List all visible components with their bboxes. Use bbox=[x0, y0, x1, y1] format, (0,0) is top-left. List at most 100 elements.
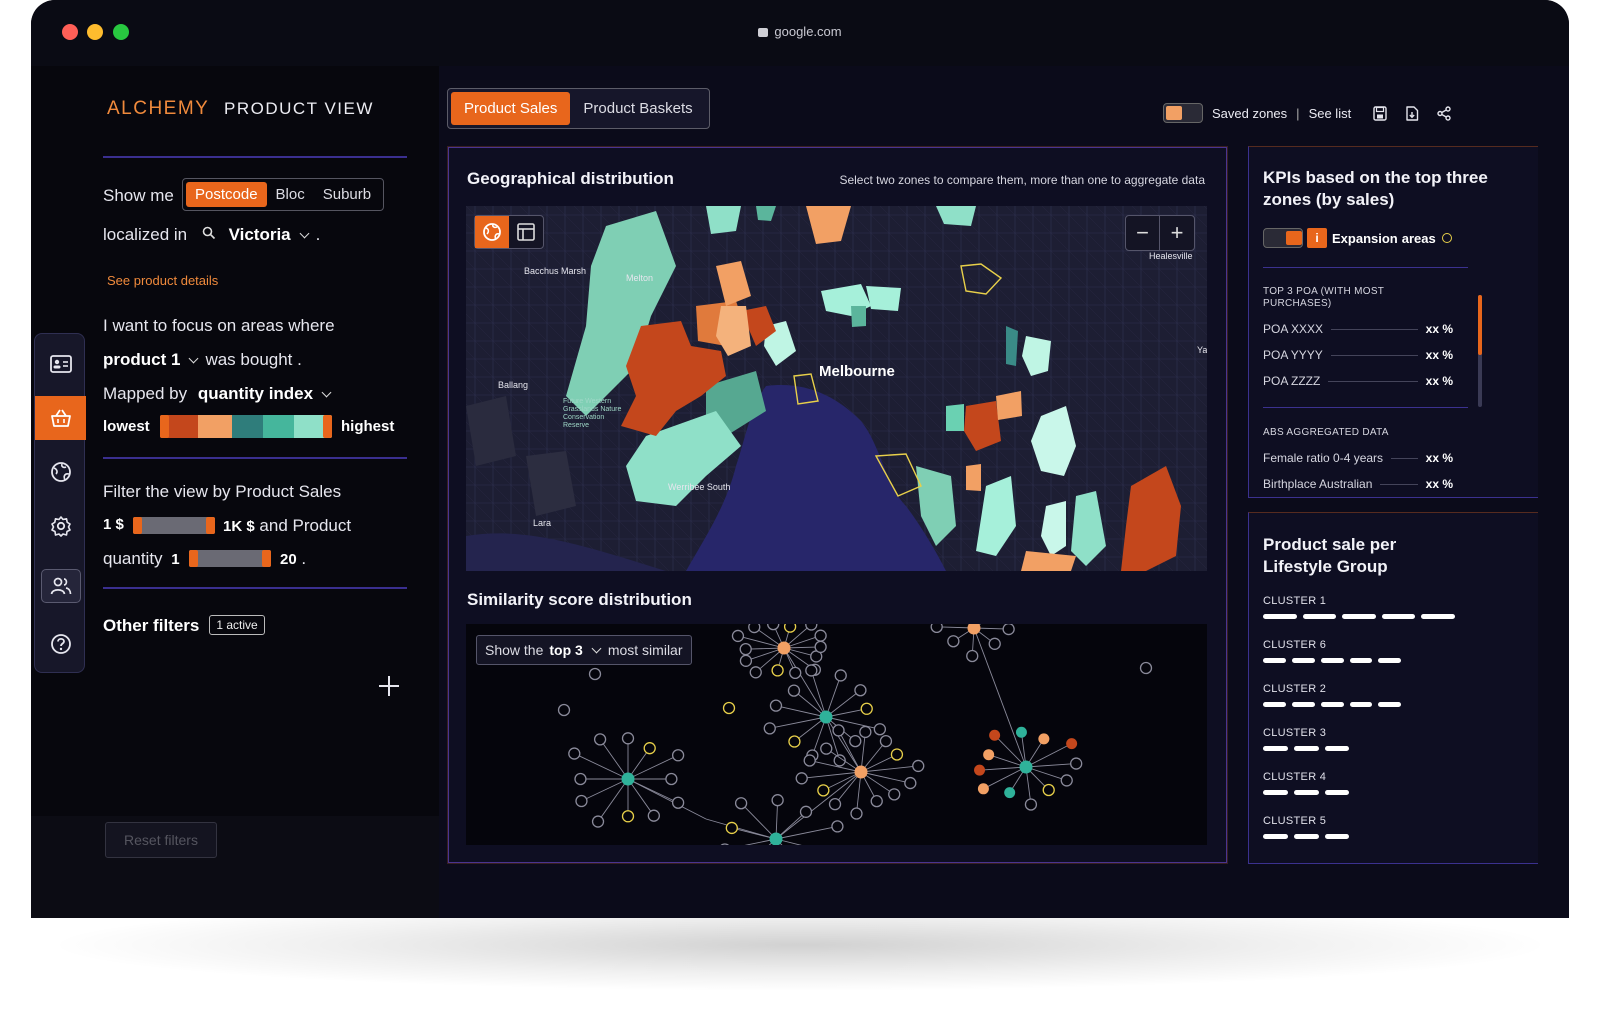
graph-node[interactable] bbox=[725, 821, 738, 835]
graph-node[interactable] bbox=[805, 624, 818, 631]
price-max-handle[interactable] bbox=[206, 517, 215, 534]
map-zone[interactable] bbox=[851, 306, 866, 327]
graph-node[interactable] bbox=[748, 624, 761, 634]
graph-node[interactable] bbox=[749, 666, 762, 679]
graph-node[interactable] bbox=[890, 748, 904, 761]
graph-node[interactable] bbox=[593, 733, 607, 746]
graph-node[interactable] bbox=[930, 624, 943, 634]
graph-node[interactable] bbox=[966, 649, 979, 663]
graph-hub-node[interactable] bbox=[967, 624, 981, 635]
graph-node[interactable] bbox=[803, 754, 816, 767]
saved-zones-toggle[interactable] bbox=[1163, 103, 1203, 123]
map-zone[interactable] bbox=[946, 404, 964, 431]
graph-node[interactable] bbox=[831, 820, 844, 833]
graph-node[interactable] bbox=[817, 784, 830, 797]
graph-node[interactable] bbox=[977, 783, 989, 795]
address-bar[interactable]: google.com bbox=[31, 24, 1569, 39]
graph-node[interactable] bbox=[820, 742, 833, 755]
graph-node[interactable] bbox=[722, 701, 736, 715]
info-icon[interactable]: i bbox=[1307, 228, 1327, 248]
graph-node[interactable] bbox=[769, 699, 783, 712]
zoom-in-button[interactable]: + bbox=[1160, 216, 1194, 250]
graph-node[interactable] bbox=[1002, 624, 1015, 636]
graph-hub-node[interactable] bbox=[1019, 760, 1033, 774]
scale-max-handle[interactable] bbox=[323, 415, 332, 438]
region-dropdown[interactable]: Victoria bbox=[229, 225, 291, 244]
price-min-handle[interactable] bbox=[133, 517, 142, 534]
graph-node[interactable] bbox=[849, 734, 862, 748]
graph-node[interactable] bbox=[621, 810, 635, 823]
product-dropdown[interactable]: product 1 bbox=[103, 350, 180, 369]
graph-node[interactable] bbox=[643, 742, 656, 755]
map-zone[interactable] bbox=[866, 286, 901, 311]
graph-node[interactable] bbox=[799, 805, 813, 818]
graph-node[interactable] bbox=[870, 794, 883, 808]
graph-node[interactable] bbox=[621, 732, 635, 745]
graph-hub-node[interactable] bbox=[854, 765, 868, 779]
map-zone[interactable] bbox=[706, 206, 741, 234]
graph-node[interactable] bbox=[1038, 733, 1050, 745]
chevron-down-icon[interactable] bbox=[189, 353, 199, 364]
graph-node[interactable] bbox=[1004, 787, 1016, 799]
graph-node[interactable] bbox=[974, 764, 986, 776]
see-product-details-link[interactable]: See product details bbox=[107, 273, 218, 288]
graph-hub-node[interactable] bbox=[621, 772, 635, 786]
users-button[interactable] bbox=[40, 569, 81, 603]
option-bloc[interactable]: Bloc bbox=[267, 182, 314, 207]
option-postcode[interactable]: Postcode bbox=[186, 182, 267, 207]
graph-node[interactable] bbox=[671, 796, 685, 809]
graph-node[interactable] bbox=[904, 776, 917, 790]
brand-logo[interactable]: ALCHEMY bbox=[107, 98, 209, 120]
export-file-icon[interactable] bbox=[1405, 105, 1419, 121]
option-suburb[interactable]: Suburb bbox=[314, 182, 380, 207]
graph-node[interactable] bbox=[591, 815, 605, 828]
graph-node[interactable] bbox=[814, 629, 827, 642]
tab-product-sales[interactable]: Product Sales bbox=[451, 92, 571, 125]
top-n-dropdown[interactable]: Show the top 3 most similar bbox=[476, 635, 692, 665]
map-zone[interactable] bbox=[1006, 326, 1018, 366]
graph-node[interactable] bbox=[1066, 738, 1078, 750]
map-view-button[interactable] bbox=[475, 216, 509, 248]
see-list-link[interactable]: See list bbox=[1309, 106, 1352, 121]
nav-users[interactable] bbox=[35, 564, 86, 608]
graph-node[interactable] bbox=[832, 724, 845, 737]
reset-filters-button[interactable]: Reset filters bbox=[105, 822, 217, 858]
graph-node[interactable] bbox=[647, 809, 660, 822]
graph-node[interactable] bbox=[734, 797, 748, 810]
graph-node[interactable] bbox=[1042, 783, 1055, 797]
graph-node[interactable] bbox=[739, 654, 753, 667]
graph-node[interactable] bbox=[1139, 661, 1153, 675]
nav-profile[interactable] bbox=[35, 342, 86, 386]
graph-node[interactable] bbox=[888, 788, 901, 801]
map-zone[interactable] bbox=[966, 464, 981, 491]
graph-node[interactable] bbox=[989, 729, 1001, 741]
graph-node[interactable] bbox=[873, 723, 887, 736]
graph-node[interactable] bbox=[771, 664, 784, 677]
graph-node[interactable] bbox=[787, 684, 801, 697]
graph-node[interactable] bbox=[850, 807, 863, 820]
expansion-toggle[interactable] bbox=[1263, 228, 1303, 248]
map-canvas[interactable] bbox=[466, 206, 1207, 571]
graph-node[interactable] bbox=[983, 749, 995, 761]
quantity-range-slider[interactable] bbox=[189, 550, 271, 567]
graph-node[interactable] bbox=[814, 640, 827, 654]
share-icon[interactable] bbox=[1437, 105, 1451, 121]
graph-node[interactable] bbox=[557, 703, 571, 717]
kpi-scrollbar[interactable] bbox=[1478, 295, 1482, 407]
nav-basket[interactable] bbox=[35, 396, 86, 440]
nav-map[interactable] bbox=[35, 450, 86, 494]
graph-node[interactable] bbox=[805, 664, 818, 677]
chevron-down-icon[interactable] bbox=[321, 387, 332, 398]
graph-node[interactable] bbox=[767, 624, 780, 631]
graph-node[interactable] bbox=[879, 734, 893, 748]
graph-node[interactable] bbox=[588, 667, 602, 681]
graph-node[interactable] bbox=[795, 772, 808, 785]
metric-dropdown[interactable]: quantity index bbox=[198, 384, 313, 403]
quantity-min-handle[interactable] bbox=[189, 550, 198, 567]
quantity-max-handle[interactable] bbox=[262, 550, 271, 567]
map-zone[interactable] bbox=[996, 391, 1022, 420]
graph-node[interactable] bbox=[788, 735, 801, 748]
graph-node[interactable] bbox=[568, 747, 581, 760]
graph-node[interactable] bbox=[574, 772, 587, 786]
similarity-graph[interactable]: Show the top 3 most similar bbox=[466, 624, 1207, 845]
